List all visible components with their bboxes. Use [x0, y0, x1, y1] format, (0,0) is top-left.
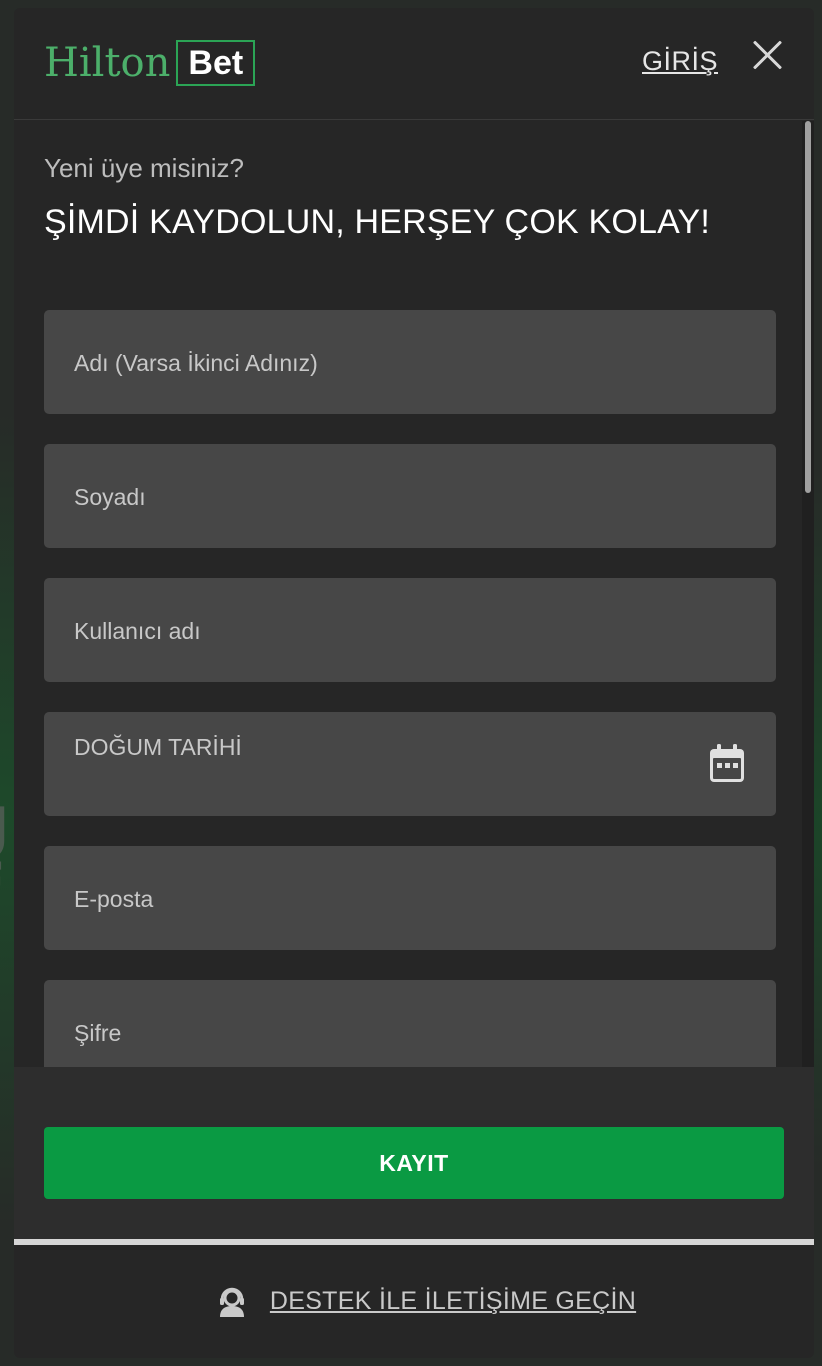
scrollbar-thumb[interactable] [805, 121, 811, 493]
submit-area: KAYIT [14, 1067, 814, 1239]
field-placeholder: Soyadı [74, 484, 146, 510]
first-name-input[interactable]: Adı (Varsa İkinci Adınız) [44, 310, 776, 414]
form-title: ŞİMDİ KAYDOLUN, HERŞEY ÇOK KOLAY! [44, 203, 710, 241]
field-placeholder: Adı (Varsa İkinci Adınız) [74, 350, 318, 376]
calendar-icon[interactable] [708, 744, 746, 784]
login-link[interactable]: GİRİŞ [642, 46, 718, 77]
close-icon[interactable] [750, 36, 786, 72]
email-input[interactable]: E-posta [44, 846, 776, 950]
field-placeholder: E-posta [74, 886, 154, 912]
form-subtitle: Yeni üye misiniz? [44, 153, 244, 183]
username-input[interactable]: Kullanıcı adı [44, 578, 776, 682]
support-agent-icon [219, 1287, 244, 1317]
field-placeholder: DOĞUM TARİHİ [74, 734, 242, 760]
support-contact-link[interactable]: DESTEK İLE İLETİŞİME GEÇİN [14, 1245, 814, 1358]
register-button[interactable]: KAYIT [44, 1127, 784, 1199]
last-name-input[interactable]: Soyadı [44, 444, 776, 548]
scrollbar[interactable] [802, 121, 814, 1067]
backdrop-decor: g [0, 780, 10, 862]
logo-text-secondary: Bet [176, 40, 256, 86]
modal-header: Hilton Bet GİRİŞ [14, 8, 814, 120]
registration-modal: Hilton Bet GİRİŞ Yeni üye misiniz? ŞİMDİ… [14, 8, 814, 1358]
logo-text-primary: Hilton [44, 40, 171, 86]
password-input[interactable]: Şifre [44, 980, 776, 1067]
brand-logo: Hilton Bet [44, 38, 256, 88]
form-scroll-area[interactable]: Yeni üye misiniz? ŞİMDİ KAYDOLUN, HERŞEY… [14, 121, 814, 1067]
field-placeholder: Kullanıcı adı [74, 618, 201, 644]
field-placeholder: Şifre [74, 1020, 122, 1046]
support-contact-label: DESTEK İLE İLETİŞİME GEÇİN [269, 1287, 637, 1315]
birth-date-input[interactable]: DOĞUM TARİHİ [44, 712, 776, 816]
